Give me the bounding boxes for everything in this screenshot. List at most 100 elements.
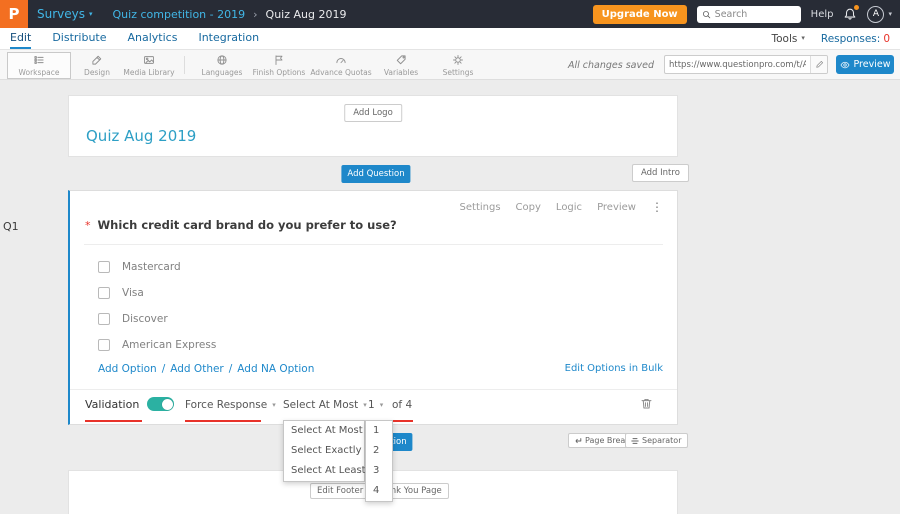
responses-count: 0 bbox=[883, 32, 890, 45]
account-menu[interactable]: A ▾ bbox=[867, 5, 892, 23]
toolbar-item-advance-quotas[interactable]: Advance Quotas bbox=[310, 51, 372, 79]
link-separator: / bbox=[228, 363, 233, 375]
survey-canvas: Q1 Add Logo Quiz Aug 2019 Add Question A… bbox=[0, 80, 900, 514]
option-checkbox[interactable] bbox=[98, 339, 110, 351]
required-asterisk: * bbox=[85, 219, 91, 232]
eye-icon bbox=[840, 61, 849, 68]
menu-item-select-exactly[interactable]: Select Exactly bbox=[284, 441, 364, 461]
nav-right: Tools ▾ Responses: 0 bbox=[771, 28, 892, 49]
question-logic-link[interactable]: Logic bbox=[556, 202, 582, 213]
add-logo-button[interactable]: Add Logo bbox=[344, 104, 402, 123]
option-row: Discover bbox=[98, 312, 168, 326]
survey-toolbar: Workspace Design Media Library Languages… bbox=[0, 50, 900, 80]
toolbar-label: Variables bbox=[383, 67, 419, 77]
force-response-value: Force Response bbox=[185, 399, 268, 411]
option-links: Add Option / Add Other / Add NA Option bbox=[98, 363, 314, 375]
toolbar-label: Finish Options bbox=[252, 67, 306, 77]
menu-item-number[interactable]: 4 bbox=[366, 481, 392, 501]
question-preview-link[interactable]: Preview bbox=[597, 202, 636, 213]
add-intro-button[interactable]: Add Intro bbox=[632, 164, 689, 183]
question-number-label: Q1 bbox=[3, 220, 19, 233]
separator-button[interactable]: Separator bbox=[625, 433, 688, 448]
survey-header-card: Add Logo Quiz Aug 2019 bbox=[68, 95, 678, 157]
toggle-knob bbox=[161, 398, 173, 410]
notifications-bell-icon[interactable] bbox=[843, 5, 860, 21]
page-break-label: Page Break bbox=[585, 435, 630, 445]
media-library-icon bbox=[144, 55, 154, 64]
force-response-dropdown[interactable]: Force Response ▾ bbox=[185, 399, 276, 411]
topbar: P Surveys ▾ Quiz competition - 2019 › Qu… bbox=[0, 0, 900, 28]
variables-icon bbox=[396, 54, 406, 64]
breadcrumb-folder[interactable]: Quiz competition - 2019 bbox=[113, 8, 246, 21]
link-separator: / bbox=[161, 363, 166, 375]
survey-title[interactable]: Quiz Aug 2019 bbox=[86, 127, 196, 145]
menu-item-number[interactable]: 2 bbox=[366, 441, 392, 461]
toolbar-item-settings[interactable]: Settings bbox=[432, 51, 484, 79]
select-count-menu: 1 2 3 4 bbox=[365, 420, 393, 502]
tab-integration[interactable]: Integration bbox=[198, 28, 259, 49]
option-checkbox[interactable] bbox=[98, 313, 110, 325]
surveys-menu[interactable]: Surveys ▾ bbox=[37, 7, 93, 21]
upgrade-now-button[interactable]: Upgrade Now bbox=[592, 4, 687, 24]
edit-options-in-bulk-link[interactable]: Edit Options in Bulk bbox=[565, 363, 663, 374]
option-checkbox[interactable] bbox=[98, 287, 110, 299]
select-count-dropdown[interactable]: 1 ▾ bbox=[368, 399, 383, 411]
delete-question-trash-icon[interactable] bbox=[640, 395, 653, 414]
toolbar-label: Advance Quotas bbox=[310, 67, 372, 77]
divider bbox=[84, 244, 663, 245]
option-label[interactable]: Visa bbox=[122, 287, 144, 299]
validation-toggle[interactable] bbox=[147, 397, 174, 411]
select-rule-menu: Select At Most Select Exactly Select At … bbox=[283, 420, 366, 482]
page-break-icon bbox=[575, 437, 582, 443]
add-question-button-top[interactable]: Add Question bbox=[341, 165, 411, 184]
tab-analytics[interactable]: Analytics bbox=[128, 28, 178, 49]
finish-options-icon bbox=[275, 54, 283, 65]
help-link[interactable]: Help bbox=[811, 9, 834, 20]
option-label[interactable]: American Express bbox=[122, 339, 216, 351]
question-text-row: * Which credit card brand do you prefer … bbox=[85, 218, 397, 232]
menu-item-select-at-most[interactable]: Select At Most bbox=[284, 421, 364, 441]
edit-footer-button[interactable]: Edit Footer bbox=[310, 483, 371, 500]
toolbar-item-finish-options[interactable]: Finish Options bbox=[250, 51, 308, 79]
question-text[interactable]: Which credit card brand do you prefer to… bbox=[98, 218, 397, 232]
question-actions: Settings Copy Logic Preview ⋮ bbox=[460, 200, 663, 214]
preview-label: Preview bbox=[853, 59, 891, 70]
pencil-icon bbox=[815, 61, 823, 68]
toolbar-item-media-library[interactable]: Media Library bbox=[120, 51, 178, 79]
chevron-down-icon: ▾ bbox=[801, 34, 805, 42]
survey-url-input[interactable] bbox=[665, 59, 810, 70]
select-rule-dropdown[interactable]: Select At Most ▾ bbox=[283, 399, 367, 411]
option-label[interactable]: Discover bbox=[122, 313, 168, 325]
question-settings-link[interactable]: Settings bbox=[460, 202, 501, 213]
search-box[interactable] bbox=[696, 5, 801, 23]
responses-counter[interactable]: Responses: 0 bbox=[821, 33, 890, 45]
menu-item-select-at-least[interactable]: Select At Least bbox=[284, 461, 366, 481]
chevron-down-icon: ▾ bbox=[363, 400, 367, 409]
separator-label: Separator bbox=[642, 435, 682, 445]
surveys-menu-label: Surveys bbox=[37, 7, 85, 21]
edit-url-button[interactable] bbox=[810, 56, 827, 73]
tab-edit[interactable]: Edit bbox=[10, 28, 32, 49]
menu-item-number[interactable]: 3 bbox=[366, 461, 392, 481]
advance-quotas-icon bbox=[336, 57, 346, 63]
tools-menu[interactable]: Tools ▾ bbox=[771, 33, 804, 45]
search-input[interactable] bbox=[714, 8, 796, 20]
languages-icon bbox=[217, 54, 227, 65]
questionpro-survey-editor: P Surveys ▾ Quiz competition - 2019 › Qu… bbox=[0, 0, 900, 514]
add-other-link[interactable]: Add Other bbox=[170, 363, 223, 375]
question-copy-link[interactable]: Copy bbox=[516, 202, 541, 213]
overflow-menu-icon[interactable]: ⋮ bbox=[651, 200, 663, 214]
preview-button[interactable]: Preview bbox=[836, 55, 894, 74]
tab-distribute[interactable]: Distribute bbox=[52, 28, 106, 49]
option-label[interactable]: Mastercard bbox=[122, 261, 181, 273]
menu-item-number[interactable]: 1 bbox=[366, 421, 392, 441]
questionpro-logo[interactable]: P bbox=[0, 0, 28, 28]
toolbar-label: Settings bbox=[442, 67, 474, 77]
toolbar-item-languages[interactable]: Languages bbox=[194, 51, 250, 79]
toolbar-item-workspace[interactable]: Workspace bbox=[7, 52, 71, 79]
add-na-option-link[interactable]: Add NA Option bbox=[237, 363, 314, 375]
toolbar-item-variables[interactable]: Variables bbox=[376, 51, 426, 79]
toolbar-item-design[interactable]: Design bbox=[74, 51, 120, 79]
option-checkbox[interactable] bbox=[98, 261, 110, 273]
add-option-link[interactable]: Add Option bbox=[98, 363, 157, 375]
